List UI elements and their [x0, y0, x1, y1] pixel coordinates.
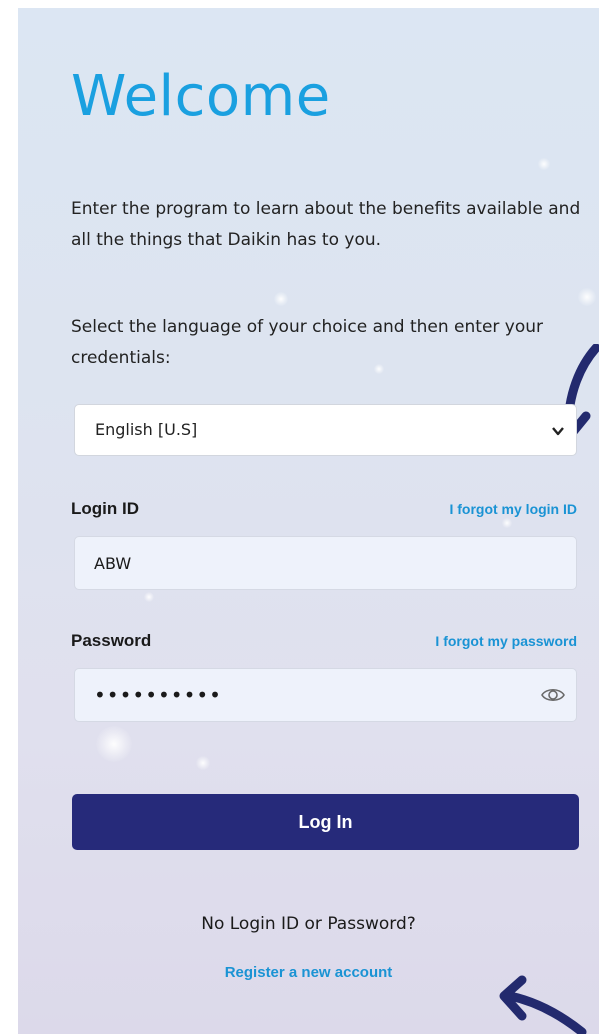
background-sparkle — [144, 592, 154, 602]
no-login-text: No Login ID or Password? — [201, 914, 416, 934]
login-panel: Welcome Enter the program to learn about… — [18, 8, 599, 1034]
background-sparkle — [274, 292, 288, 306]
instruction-text: Select the language of your choice and t… — [71, 317, 544, 368]
chevron-down-icon — [552, 427, 564, 436]
password-field-box — [74, 668, 577, 722]
intro-text: Enter the program to learn about the ben… — [71, 199, 581, 250]
background-sparkle — [96, 726, 132, 762]
forgot-password-link[interactable]: I forgot my password — [435, 633, 577, 649]
language-select-value: English [U.S] — [95, 420, 198, 439]
login-id-field-box — [74, 536, 577, 590]
password-label: Password — [71, 631, 152, 650]
password-input[interactable] — [75, 669, 576, 721]
register-new-account-link[interactable]: Register a new account — [225, 964, 393, 981]
login-id-label: Login ID — [71, 499, 139, 518]
background-sparkle — [538, 158, 550, 170]
forgot-login-id-link[interactable]: I forgot my login ID — [449, 501, 577, 517]
language-select[interactable]: English [U.S] — [74, 404, 577, 456]
page-title: Welcome — [71, 64, 331, 129]
annotation-arrow-icon — [499, 975, 587, 1034]
eye-icon[interactable] — [540, 684, 566, 706]
background-sparkle — [502, 518, 512, 528]
background-sparkle — [578, 288, 596, 306]
background-sparkle — [196, 756, 210, 770]
login-id-input[interactable] — [75, 537, 576, 589]
log-in-button[interactable]: Log In — [72, 794, 579, 850]
